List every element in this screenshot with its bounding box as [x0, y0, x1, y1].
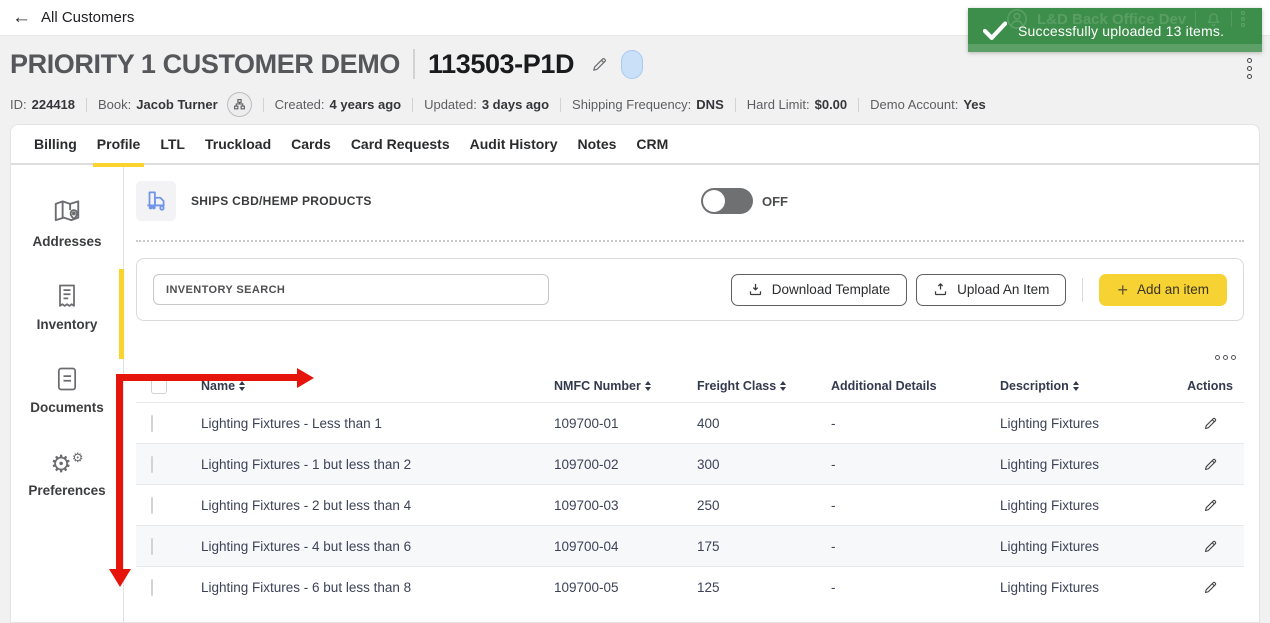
edit-row-icon[interactable] — [1203, 457, 1218, 472]
upload-icon — [933, 282, 948, 297]
profile-sidebar: Addresses Inventory Documents ⚙⚙ Prefere… — [11, 167, 124, 622]
org-chart-icon[interactable] — [226, 92, 252, 117]
edit-row-icon[interactable] — [1203, 498, 1218, 513]
edit-title-icon[interactable] — [591, 56, 608, 73]
row-checkbox[interactable] — [151, 578, 153, 596]
add-item-button[interactable]: + Add an item — [1099, 273, 1227, 306]
cbd-toggle[interactable] — [701, 188, 753, 214]
section-divider — [136, 240, 1244, 242]
row-checkbox[interactable] — [151, 496, 153, 514]
back-label: All Customers — [41, 9, 135, 26]
inventory-search-input[interactable] — [153, 274, 549, 305]
cbd-hemp-row: SHIPS CBD/HEMP PRODUCTS OFF — [136, 181, 1244, 221]
inventory-table: Name NMFC Number Freight Class Additiona… — [136, 369, 1244, 607]
table-row: Lighting Fixtures - 2 but less than 4 10… — [136, 484, 1244, 525]
plus-icon: + — [1117, 279, 1128, 300]
customer-header: PRIORITY 1 CUSTOMER DEMO 113503-P1D ID: 2… — [10, 44, 1230, 117]
annotation-arrow-horizontal — [116, 374, 298, 381]
meta-created: Created: 4 years ago — [274, 97, 402, 112]
column-header-actions: Actions — [1187, 378, 1233, 393]
customer-tabs: Billing Profile LTL Truckload Cards Card… — [11, 124, 1259, 167]
table-row: Lighting Fixtures - 1 but less than 2 10… — [136, 443, 1244, 484]
meta-shipping-frequency: Shipping Frequency: DNS — [572, 97, 724, 112]
row-checkbox[interactable] — [151, 537, 153, 555]
tab-ltl[interactable]: LTL — [159, 124, 186, 164]
sort-icon — [644, 380, 651, 391]
tab-truckload[interactable]: Truckload — [204, 124, 272, 164]
success-toast: L&D Back Office Dev Successfully uploade… — [968, 8, 1262, 52]
title-divider — [412, 49, 415, 79]
customer-code: 113503-P1D — [427, 48, 575, 79]
annotation-arrowhead-down — [108, 569, 131, 587]
meta-updated: Updated: 3 days ago — [424, 97, 550, 112]
sidebar-item-inventory[interactable]: Inventory — [11, 278, 123, 332]
edit-row-icon[interactable] — [1203, 539, 1218, 554]
map-pin-icon — [52, 195, 82, 227]
customer-meta-row: ID: 224418 Book: Jacob Turner Created: 4 ye… — [10, 92, 1230, 117]
meta-demo-account: Demo Account: Yes — [870, 97, 986, 112]
toolbar-divider — [1082, 277, 1084, 302]
sidebar-item-preferences[interactable]: ⚙⚙ Preferences — [11, 444, 123, 498]
sort-icon — [1072, 380, 1079, 391]
cbd-toggle-state: OFF — [762, 193, 788, 209]
sort-icon — [239, 380, 246, 391]
download-template-button[interactable]: Download Template — [730, 273, 908, 306]
download-icon — [748, 282, 763, 297]
cbd-hemp-label: SHIPS CBD/HEMP PRODUCTS — [191, 194, 372, 208]
column-header-nmfc[interactable]: NMFC Number — [554, 379, 697, 393]
tab-profile[interactable]: Profile — [92, 124, 144, 167]
inventory-panel: SHIPS CBD/HEMP PRODUCTS OFF INVENTORY SE… — [124, 167, 1259, 622]
receipt-icon — [53, 278, 81, 310]
table-row: Lighting Fixtures - 6 but less than 8 10… — [136, 566, 1244, 607]
meta-id: ID: 224418 — [10, 97, 76, 112]
toast-message: Successfully uploaded 13 items. — [1018, 22, 1225, 39]
column-header-freight-class[interactable]: Freight Class — [697, 379, 831, 393]
sidebar-item-documents[interactable]: Documents — [11, 361, 123, 415]
column-header-additional-details: Additional Details — [831, 378, 937, 393]
row-checkbox[interactable] — [151, 455, 153, 473]
checkmark-icon — [983, 21, 1007, 40]
row-checkbox[interactable] — [151, 414, 153, 432]
status-pill[interactable] — [621, 49, 644, 79]
tab-crm[interactable]: CRM — [635, 124, 669, 164]
cbd-toggle-group: OFF — [701, 181, 788, 221]
column-header-description[interactable]: Description — [1000, 379, 1176, 393]
edit-row-icon[interactable] — [1203, 580, 1218, 595]
table-options-menu-icon[interactable] — [136, 355, 1244, 360]
back-to-all-customers[interactable]: ← All Customers — [12, 8, 134, 27]
annotation-arrow-vertical — [116, 374, 123, 570]
header-kebab-icon — [1241, 11, 1246, 27]
tab-cards[interactable]: Cards — [290, 124, 332, 164]
back-arrow-icon: ← — [12, 7, 31, 28]
tab-audit-history[interactable]: Audit History — [469, 124, 559, 164]
page-kebab-menu-icon[interactable] — [1247, 58, 1252, 79]
tab-card-requests[interactable]: Card Requests — [350, 124, 451, 164]
edit-row-icon[interactable] — [1203, 416, 1218, 431]
truck-icon — [136, 181, 176, 221]
meta-hard-limit: Hard Limit: $0.00 — [746, 97, 848, 112]
annotation-arrowhead-right — [297, 367, 314, 388]
sidebar-item-addresses[interactable]: Addresses — [11, 195, 123, 249]
upload-item-button[interactable]: Upload An Item — [916, 273, 1067, 306]
sort-icon — [780, 380, 787, 391]
table-row: Lighting Fixtures - Less than 1 109700-0… — [136, 402, 1244, 443]
table-row: Lighting Fixtures - 4 but less than 6 10… — [136, 525, 1244, 566]
meta-book: Book: Jacob Turner — [98, 92, 252, 117]
tab-billing[interactable]: Billing — [33, 124, 78, 164]
inventory-toolbar: Download Template Upload An Item + A — [136, 258, 1244, 321]
gears-icon: ⚙⚙ — [50, 450, 84, 478]
document-icon — [53, 361, 81, 393]
page-title: PRIORITY 1 CUSTOMER DEMO — [10, 48, 400, 79]
tab-notes[interactable]: Notes — [577, 124, 618, 164]
